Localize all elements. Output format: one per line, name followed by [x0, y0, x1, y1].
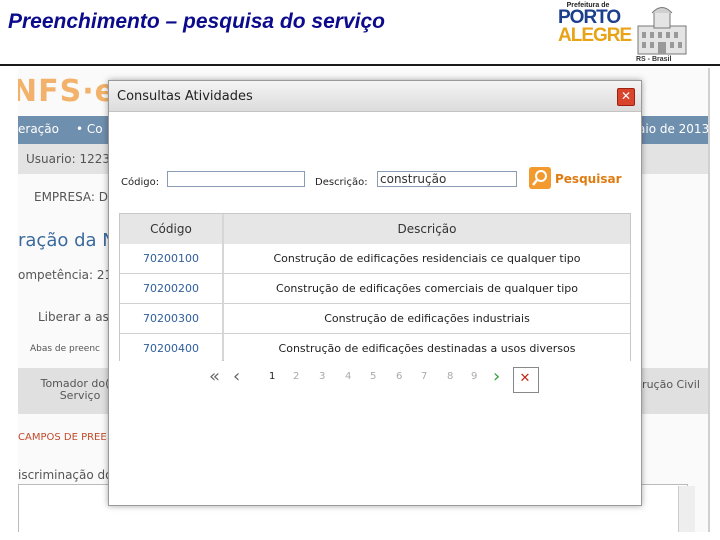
- row-desc[interactable]: Construção de edificações comerciais de …: [224, 274, 630, 304]
- nfse-logo: NFS·e: [18, 74, 116, 109]
- consultas-atividades-modal: Consultas Atividades ✕ Código: Descrição…: [108, 80, 642, 506]
- row-code[interactable]: 70200400: [120, 334, 222, 364]
- nav-item-geracao[interactable]: eração: [18, 122, 59, 136]
- row-code[interactable]: 70200100: [120, 244, 222, 274]
- page-link[interactable]: 1: [269, 371, 275, 382]
- abas-label: Abas de preenc: [30, 344, 100, 354]
- tab-construcao-civil[interactable]: strução Civil: [632, 378, 700, 391]
- page-link[interactable]: 5: [370, 371, 376, 382]
- row-desc[interactable]: Construção de edificações destinadas a u…: [224, 334, 630, 364]
- title-divider: [0, 64, 720, 66]
- codigo-label: Código:: [121, 177, 160, 188]
- page-link[interactable]: 9: [471, 371, 477, 382]
- slide-title: Preenchimento – pesquisa do serviço: [8, 10, 385, 33]
- next-page-icon[interactable]: ›: [493, 367, 500, 387]
- column-divider: [222, 214, 224, 360]
- close-icon: ✕: [519, 371, 531, 386]
- search-button[interactable]: Pesquisar: [529, 167, 621, 191]
- modal-header: Consultas Atividades ✕: [109, 81, 641, 112]
- row-code[interactable]: 70200200: [120, 274, 222, 304]
- competencia-label: ompetência: 21/: [18, 268, 117, 282]
- city-hall-icon: [637, 7, 687, 55]
- row-desc[interactable]: Construção de edificações industriais: [224, 304, 630, 334]
- search-icon: [529, 167, 551, 189]
- prev-page-icon[interactable]: ‹: [233, 367, 240, 387]
- page-link[interactable]: 3: [319, 371, 325, 382]
- clear-search-button[interactable]: ✕: [513, 367, 539, 393]
- page-link[interactable]: 6: [396, 371, 402, 382]
- user-label: Usuario: 12236: [26, 152, 118, 166]
- row-code[interactable]: 70200300: [120, 304, 222, 334]
- search-label: Pesquisar: [555, 172, 622, 186]
- nav-item-consulta[interactable]: • Co: [76, 122, 103, 136]
- descricao-input[interactable]: [377, 171, 517, 187]
- row-desc[interactable]: Construção de edificações residenciais c…: [224, 244, 630, 274]
- header-descricao: Descrição: [224, 214, 630, 244]
- logo-region: RS - Brasil: [636, 56, 672, 63]
- header-codigo: Código: [120, 214, 222, 244]
- page-link[interactable]: 7: [421, 371, 427, 382]
- logo-line3: ALEGRE: [558, 25, 632, 46]
- page-link[interactable]: 4: [345, 371, 351, 382]
- textarea-scrollbar[interactable]: [678, 486, 695, 532]
- first-page-icon[interactable]: «: [209, 367, 220, 387]
- activities-table: Código Descrição 70200100 Construção de …: [119, 213, 631, 364]
- pagination: « ‹ 1 2 3 4 5 6 7 8 9 › ✕: [209, 367, 549, 393]
- descricao-label: Descrição:: [315, 177, 368, 188]
- nav-date: aio de 2013: [638, 122, 710, 136]
- page-link[interactable]: 8: [447, 371, 453, 382]
- company-label: EMPRESA: D: [34, 190, 109, 204]
- codigo-input[interactable]: [167, 171, 305, 187]
- campos-label: CAMPOS DE PREE: [18, 432, 107, 443]
- porto-alegre-logo: Prefeitura de PORTO ALEGRE: [558, 2, 632, 62]
- liberar-label: Liberar a ass: [38, 310, 116, 324]
- close-icon[interactable]: ✕: [617, 88, 635, 106]
- modal-title: Consultas Atividades: [117, 89, 253, 104]
- page-link[interactable]: 2: [293, 371, 299, 382]
- discriminacao-label: iscriminação do(: [18, 468, 118, 482]
